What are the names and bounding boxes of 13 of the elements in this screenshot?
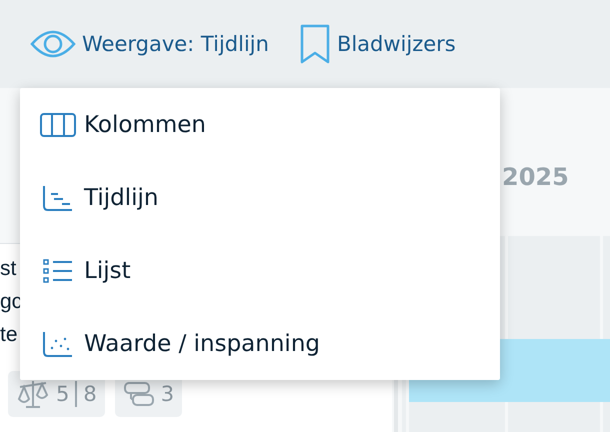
scale-icon <box>16 379 50 409</box>
card-text: te <box>0 323 18 346</box>
bookmark-icon <box>298 24 331 64</box>
year-label: 2025 <box>502 163 569 191</box>
menu-item[interactable]: Lijst <box>20 234 500 307</box>
card-text: st <box>0 257 16 280</box>
bookmarks-button[interactable]: Bladwijzers <box>298 24 456 64</box>
columns-icon <box>38 112 78 136</box>
card-text: gc <box>0 290 22 313</box>
menu-item[interactable]: Kolommen <box>20 88 500 161</box>
menu-item[interactable]: Tijdlijn <box>20 161 500 234</box>
view-button[interactable]: Weergave: Tijdlijn <box>30 26 269 62</box>
comments-icon <box>122 380 155 408</box>
